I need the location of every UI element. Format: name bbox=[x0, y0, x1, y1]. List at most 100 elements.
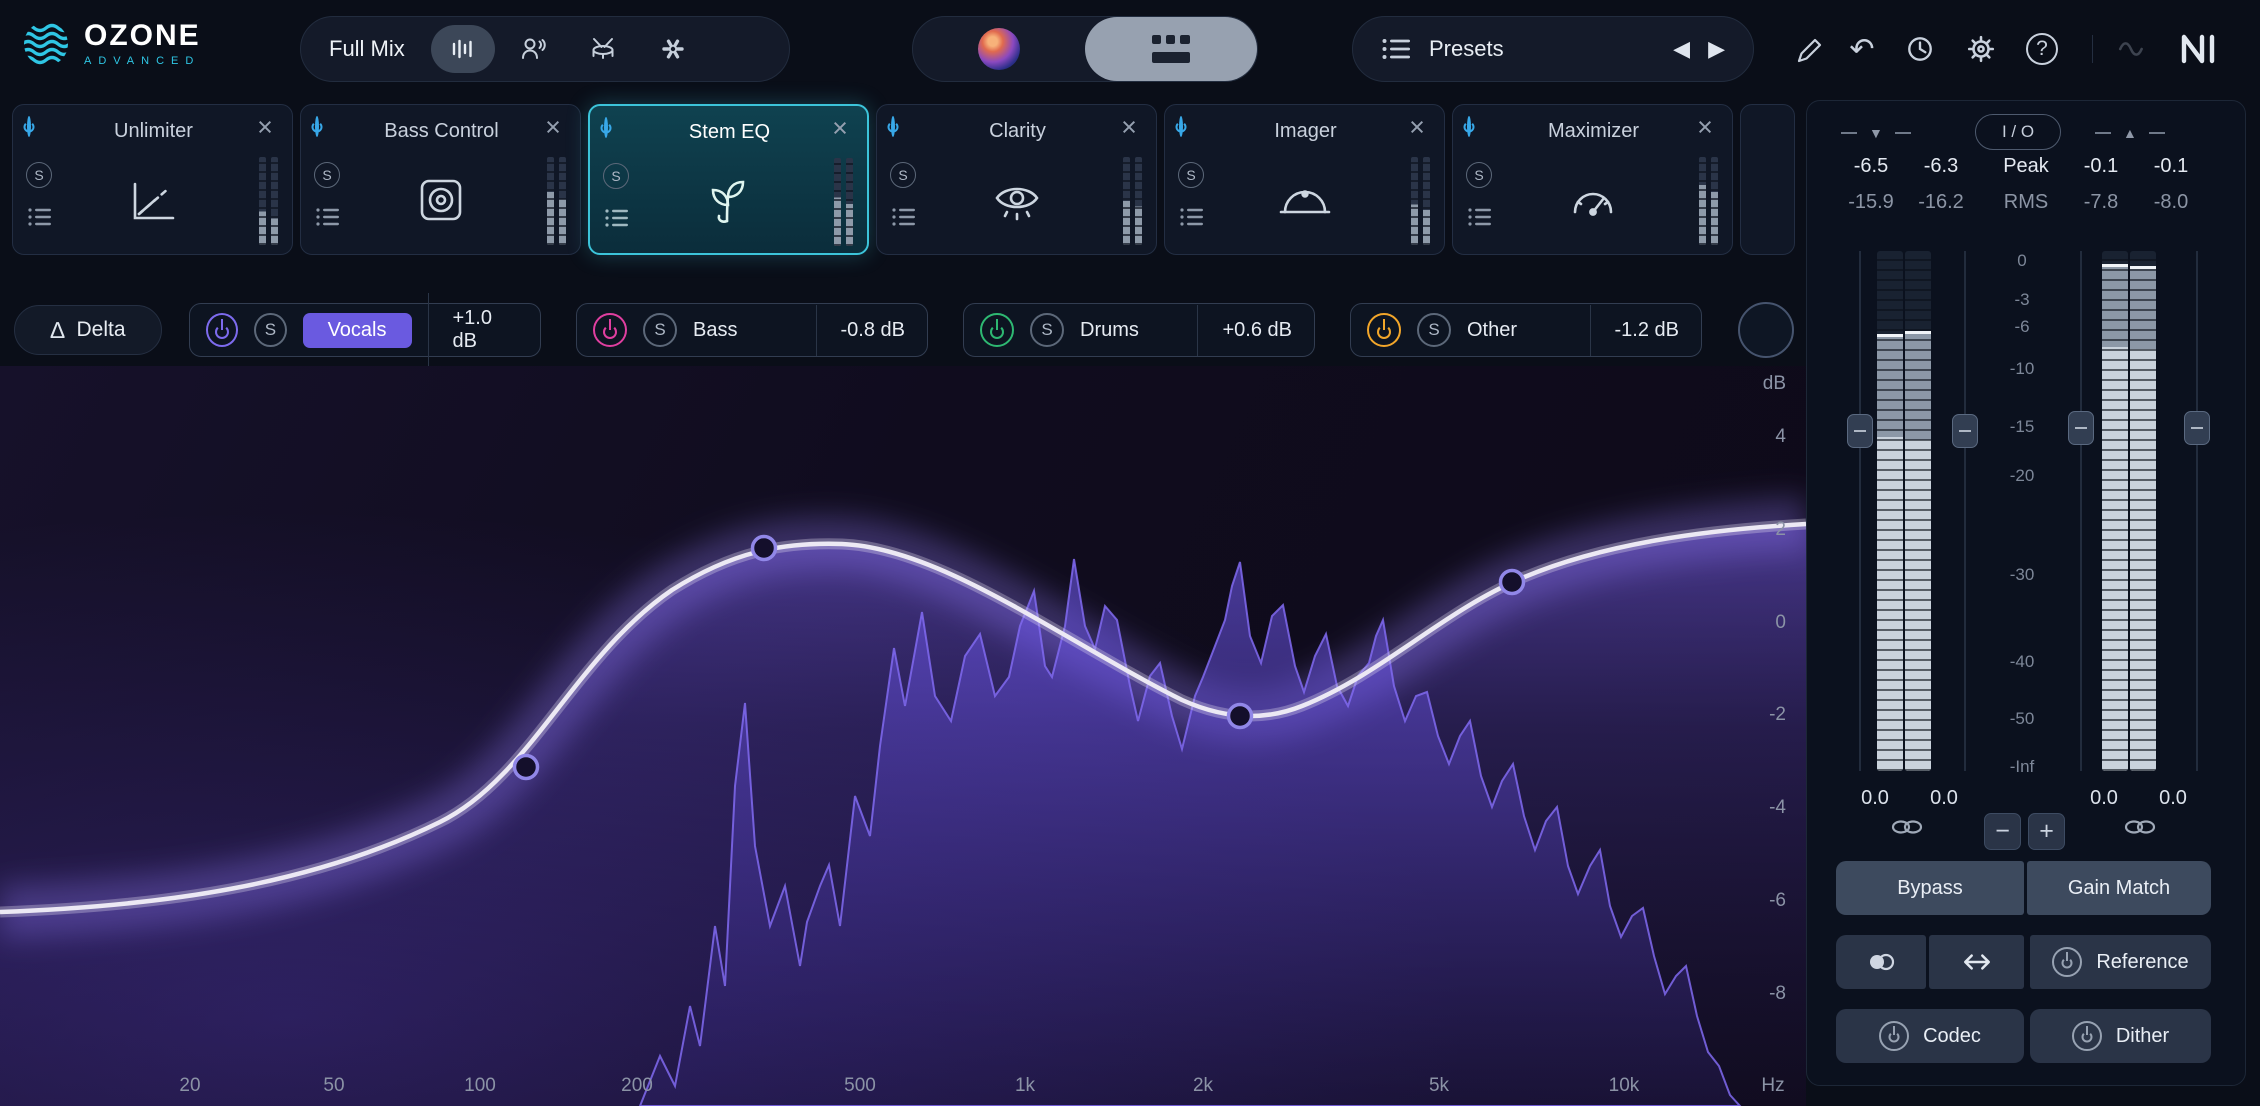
eq-node-2[interactable] bbox=[753, 537, 776, 560]
module-menu-icon[interactable] bbox=[891, 206, 917, 228]
stem-gain-value[interactable]: +0.6 dB bbox=[1197, 305, 1298, 356]
module-solo-button[interactable]: S bbox=[26, 162, 52, 188]
module-power-icon[interactable] bbox=[1467, 116, 1471, 137]
module-power-icon[interactable] bbox=[1179, 116, 1183, 137]
signal-chain-icon[interactable] bbox=[2110, 27, 2154, 71]
delta-button[interactable]: ∆ Delta bbox=[14, 305, 162, 355]
module-card-stem-eq[interactable]: Stem EQ × S bbox=[588, 104, 869, 255]
ab-swap-button[interactable] bbox=[1929, 935, 2024, 989]
module-card-bass-control[interactable]: Bass Control × S bbox=[300, 104, 581, 255]
preset-prev-button[interactable]: ◀ bbox=[1673, 36, 1690, 62]
module-menu-icon[interactable] bbox=[27, 206, 53, 228]
input-gain-value-right[interactable]: 0.0 bbox=[1909, 787, 1979, 810]
stem-power-icon[interactable] bbox=[593, 313, 627, 347]
dither-power-icon[interactable] bbox=[2072, 1021, 2102, 1051]
stem-tab-bass[interactable]: Bass bbox=[693, 313, 737, 348]
module-card-unlimiter[interactable]: Unlimiter × S bbox=[12, 104, 293, 255]
output-collapse-control[interactable]: ▲ bbox=[2095, 125, 2165, 141]
input-gain-value-left[interactable]: 0.0 bbox=[1840, 787, 1910, 810]
module-menu-icon[interactable] bbox=[1467, 206, 1493, 228]
reference-power-icon[interactable] bbox=[2052, 947, 2082, 977]
module-power-icon[interactable] bbox=[604, 117, 608, 138]
stem-solo-button[interactable]: S bbox=[1417, 313, 1451, 347]
mix-target-label[interactable]: Full Mix bbox=[329, 36, 405, 62]
presets-label[interactable]: Presets bbox=[1429, 36, 1504, 62]
module-close-icon[interactable]: × bbox=[538, 112, 568, 143]
ozone-logo-icon bbox=[22, 20, 70, 68]
module-power-icon[interactable] bbox=[315, 116, 319, 137]
module-solo-button[interactable]: S bbox=[314, 162, 340, 188]
stem-solo-button[interactable]: S bbox=[643, 313, 677, 347]
edit-pencil-icon[interactable] bbox=[1786, 27, 1830, 71]
io-title[interactable]: I / O bbox=[1975, 114, 2061, 150]
module-card-imager[interactable]: Imager × S bbox=[1164, 104, 1445, 255]
module-chain-view-toggle[interactable] bbox=[1085, 17, 1257, 81]
triangle-up-icon[interactable]: ▲ bbox=[2123, 125, 2137, 141]
help-icon[interactable]: ? bbox=[2020, 27, 2064, 71]
input-gain-handle-left[interactable] bbox=[1847, 414, 1873, 448]
module-close-icon[interactable]: × bbox=[1114, 112, 1144, 143]
preset-next-button[interactable]: ▶ bbox=[1708, 36, 1725, 62]
stem-eq-knob[interactable] bbox=[1738, 302, 1794, 358]
output-gain-handle-right[interactable] bbox=[2184, 411, 2210, 445]
stem-power-icon[interactable] bbox=[980, 313, 1014, 347]
stem-power-icon[interactable] bbox=[1367, 313, 1401, 347]
module-close-icon[interactable]: × bbox=[1690, 112, 1720, 143]
detailed-view-toggle[interactable] bbox=[913, 17, 1085, 81]
module-power-icon[interactable] bbox=[891, 116, 895, 137]
output-gain-value-right[interactable]: 0.0 bbox=[2138, 787, 2208, 810]
module-close-icon[interactable]: × bbox=[1402, 112, 1432, 143]
module-close-icon[interactable]: × bbox=[825, 113, 855, 144]
ab-compare-button[interactable] bbox=[1836, 935, 1926, 989]
input-gain-handle-right[interactable] bbox=[1952, 414, 1978, 448]
eq-graph[interactable]: dB 4 2 0 -2 -4 -6 -8 20 50 100 200 500 1… bbox=[0, 366, 1806, 1106]
module-menu-icon[interactable] bbox=[315, 206, 341, 228]
stem-tab-vocals[interactable]: Vocals bbox=[303, 313, 412, 348]
module-solo-button[interactable]: S bbox=[890, 162, 916, 188]
module-solo-button[interactable]: S bbox=[1178, 162, 1204, 188]
codec-power-icon[interactable] bbox=[1879, 1021, 1909, 1051]
stem-gain-value[interactable]: +1.0 dB bbox=[428, 293, 525, 367]
module-menu-icon[interactable] bbox=[604, 207, 630, 229]
other-stem-button[interactable] bbox=[641, 25, 705, 73]
reference-button[interactable]: Reference bbox=[2030, 935, 2211, 989]
dither-button[interactable]: Dither bbox=[2030, 1009, 2211, 1063]
stem-gain-value[interactable]: -0.8 dB bbox=[816, 305, 911, 356]
gain-match-button[interactable]: Gain Match bbox=[2027, 861, 2211, 915]
gain-plus-button[interactable]: + bbox=[2028, 813, 2065, 850]
drums-stem-button[interactable] bbox=[571, 25, 635, 73]
eq-node-3[interactable] bbox=[1229, 705, 1252, 728]
input-collapse-control[interactable]: ▼ bbox=[1841, 125, 1911, 141]
stem-tab-other[interactable]: Other bbox=[1467, 313, 1517, 348]
output-gain-handle-left[interactable] bbox=[2068, 411, 2094, 445]
stem-solo-button[interactable]: S bbox=[254, 313, 286, 347]
history-icon[interactable] bbox=[1898, 27, 1942, 71]
undo-icon[interactable]: ↶ bbox=[1840, 27, 1884, 71]
module-solo-button[interactable]: S bbox=[603, 163, 629, 189]
codec-button[interactable]: Codec bbox=[1836, 1009, 2024, 1063]
freq-tick: 5k bbox=[1404, 1075, 1474, 1097]
module-power-icon[interactable] bbox=[27, 116, 31, 137]
settings-gear-icon[interactable] bbox=[1959, 27, 2003, 71]
module-solo-button[interactable]: S bbox=[1466, 162, 1492, 188]
input-link-icon[interactable] bbox=[1890, 817, 1924, 837]
eq-node-4[interactable] bbox=[1501, 571, 1524, 594]
vocal-stem-button[interactable] bbox=[501, 25, 565, 73]
triangle-down-icon[interactable]: ▼ bbox=[1869, 125, 1883, 141]
presets-bar[interactable]: Presets ◀ ▶ bbox=[1352, 16, 1754, 82]
bypass-button[interactable]: Bypass bbox=[1836, 861, 2024, 915]
stem-solo-button[interactable]: S bbox=[1030, 313, 1064, 347]
module-menu-icon[interactable] bbox=[1179, 206, 1205, 228]
module-card-clarity[interactable]: Clarity × S bbox=[876, 104, 1157, 255]
stem-power-icon[interactable] bbox=[206, 313, 238, 347]
module-close-icon[interactable]: × bbox=[250, 112, 280, 143]
stem-tab-drums[interactable]: Drums bbox=[1080, 313, 1139, 348]
full-mix-meter-button[interactable] bbox=[431, 25, 495, 73]
module-card-maximizer[interactable]: Maximizer × S bbox=[1452, 104, 1733, 255]
stem-gain-value[interactable]: -1.2 dB bbox=[1590, 305, 1685, 356]
eq-node-1[interactable] bbox=[515, 756, 538, 779]
output-link-icon[interactable] bbox=[2123, 817, 2157, 837]
delta-icon: ∆ bbox=[50, 317, 64, 344]
output-gain-value-left[interactable]: 0.0 bbox=[2069, 787, 2139, 810]
gain-minus-button[interactable]: − bbox=[1984, 813, 2021, 850]
